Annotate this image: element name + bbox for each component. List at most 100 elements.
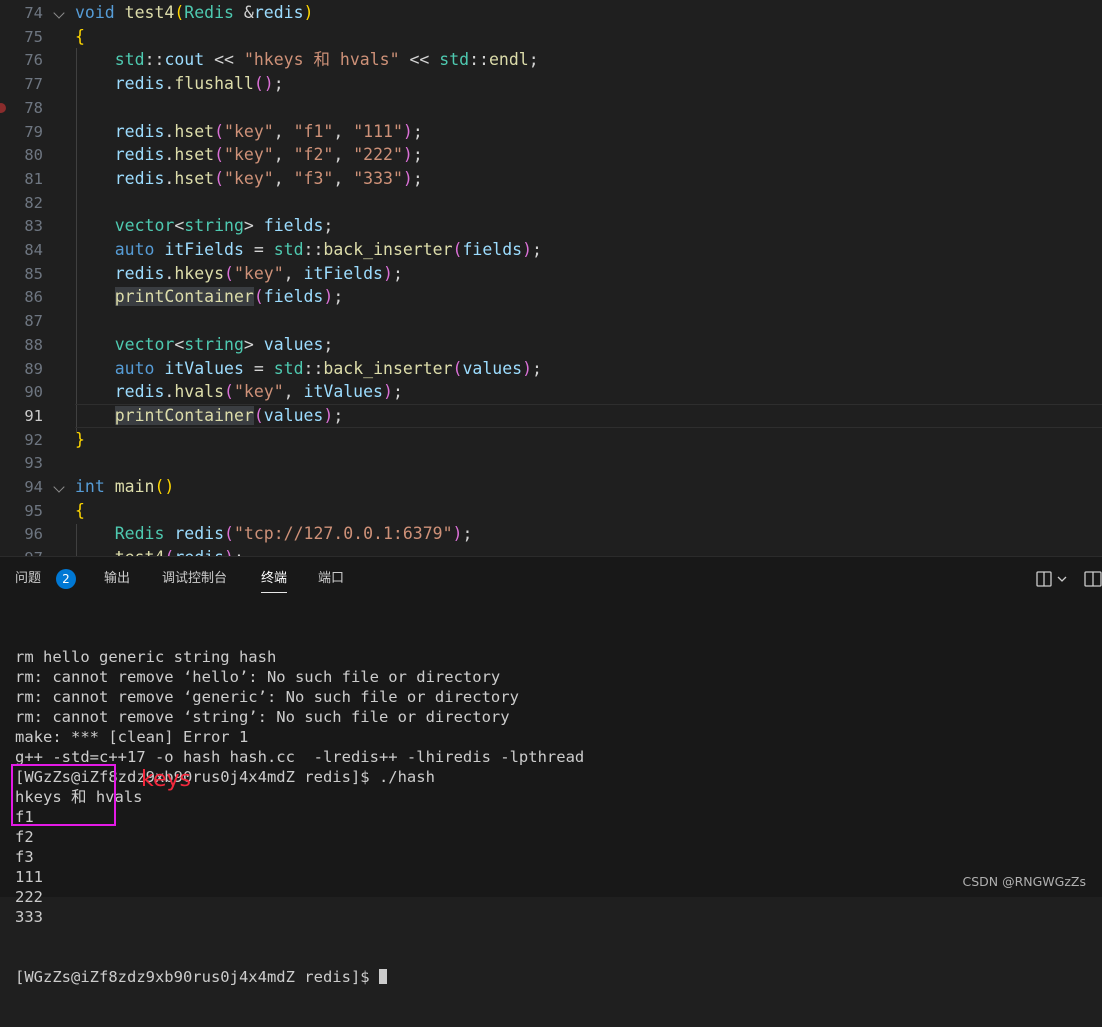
tab-label: 端口 (318, 571, 345, 586)
code-token: values (263, 405, 324, 425)
code-token: ) (522, 358, 533, 378)
code-line[interactable]: 94 int main() (0, 475, 1102, 499)
code-token: test4 (124, 3, 175, 22)
code-token: , (273, 121, 294, 141)
code-token: ) (383, 263, 393, 283)
code-token: ( (224, 382, 234, 402)
line-number: 76 (24, 51, 43, 70)
code-line[interactable]: 79 redis.hset("key", "f1", "111"); (0, 120, 1102, 144)
code-line[interactable]: 96 Redis redis("tcp://127.0.0.1:6379"); (0, 522, 1102, 546)
code-line[interactable]: 76 std::cout << "hkeys 和 hvals" << std::… (0, 48, 1102, 72)
code-token: , (333, 121, 354, 141)
code-token: std (439, 50, 470, 70)
code-text: printContainer(values); (75, 404, 343, 428)
line-number: 84 (24, 241, 43, 259)
code-token: ( (174, 3, 185, 22)
tab-problems[interactable]: 问题 (15, 557, 41, 601)
terminal-output[interactable]: rm hello generic string hash rm: cannot r… (15, 607, 1102, 986)
code-line[interactable]: 95 { (0, 499, 1102, 523)
tab-terminal[interactable]: 终端 (261, 557, 288, 601)
code-token: "f2" (293, 145, 334, 165)
code-line[interactable]: 90 redis.hvals("key", itValues); (0, 380, 1102, 404)
terminal-line: f2 (15, 828, 34, 846)
code-token: , (333, 168, 354, 188)
code-token: redis (114, 145, 165, 165)
code-line[interactable]: 88 vector<string> values; (0, 333, 1102, 357)
fold-chevron-icon[interactable] (53, 481, 65, 493)
code-token: ) (303, 3, 314, 22)
code-token: "key" (224, 121, 274, 141)
code-text: auto itFields = std::back_inserter(field… (75, 238, 542, 262)
code-line[interactable]: 92} (0, 428, 1102, 452)
code-line[interactable]: 80 redis.hset("key", "f2", "222"); (0, 143, 1102, 167)
code-token: ; (234, 548, 244, 556)
code-line[interactable]: 87 (0, 309, 1102, 333)
code-token: fields (462, 240, 523, 259)
code-line[interactable]: 75 { (0, 25, 1102, 49)
code-token: back_inserter (323, 358, 453, 378)
code-token: auto (114, 240, 165, 259)
code-token: redis (253, 3, 304, 22)
code-token: ; (323, 216, 334, 236)
layout-split-dropdown-icon[interactable] (1036, 571, 1070, 587)
annotation-label: keys (141, 767, 191, 792)
code-line[interactable]: 77 redis.flushall(); (0, 72, 1102, 96)
split-panel-icon[interactable] (1084, 571, 1102, 587)
code-token: hset (174, 121, 215, 141)
code-token: itValues (164, 358, 244, 378)
code-line[interactable]: 85 redis.hkeys("key", itFields); (0, 262, 1102, 286)
code-line[interactable]: 84 auto itFields = std::back_inserter(fi… (0, 238, 1102, 262)
code-line[interactable]: 74 void test4(Redis &redis) (0, 1, 1102, 25)
code-token: hvals (174, 382, 225, 402)
code-token: = (243, 240, 274, 259)
code-token: redis (114, 263, 165, 283)
code-token: fields (263, 216, 324, 236)
line-number: 79 (24, 122, 43, 141)
code-line[interactable]: 82 (0, 191, 1102, 215)
code-editor[interactable]: 74 void test4(Redis &redis) 75{76 std::cou… (0, 0, 1102, 556)
tab-debug-console[interactable]: 调试控制台 (162, 557, 227, 601)
code-token: Redis (114, 524, 175, 544)
code-token: redis (114, 382, 165, 402)
code-token: { (75, 500, 85, 520)
tab-ports[interactable]: 端口 (318, 557, 344, 601)
tab-output[interactable]: 输出 (104, 557, 130, 601)
line-number: 95 (24, 501, 43, 520)
code-token: > (243, 334, 264, 354)
code-text: redis.hset("key", "f1", "111"); (75, 120, 423, 144)
code-line[interactable]: 93 (0, 451, 1102, 475)
code-line[interactable]: 83 vector<string> fields; (0, 214, 1102, 238)
code-token: ; (273, 74, 284, 94)
terminal-line: make: *** [clean] Error 1 (15, 728, 249, 746)
code-line[interactable]: 97 test4(redis); (0, 546, 1102, 556)
code-token: printContainer (114, 287, 254, 307)
line-number: 80 (24, 146, 43, 165)
code-token: , (273, 168, 294, 188)
code-line[interactable]: 86 printContainer(fields); (0, 285, 1102, 309)
code-line[interactable]: 78 (0, 96, 1102, 120)
code-line[interactable]: 81 redis.hset("key", "f3", "333"); (0, 167, 1102, 191)
code-token: printContainer (114, 405, 254, 425)
line-number: 89 (24, 359, 43, 378)
code-token: "key" (224, 145, 274, 165)
code-token: ( (452, 358, 463, 378)
code-line[interactable]: 91 printContainer(values); (0, 403, 1102, 428)
code-token: ; (323, 334, 334, 354)
code-token: , (333, 145, 354, 165)
code-token: ; (462, 524, 473, 544)
code-token: ) (402, 145, 413, 165)
problems-count-badge: 2 (56, 569, 76, 589)
code-token: << (399, 50, 440, 70)
code-text: vector<string> fields; (75, 214, 334, 238)
code-line[interactable]: 89 auto itValues = std::back_inserter(va… (0, 357, 1102, 381)
code-token: ; (532, 358, 542, 378)
fold-chevron-icon[interactable] (53, 7, 65, 19)
code-text: redis.hkeys("key", itFields); (75, 262, 403, 286)
terminal-line: f1 (15, 808, 34, 826)
